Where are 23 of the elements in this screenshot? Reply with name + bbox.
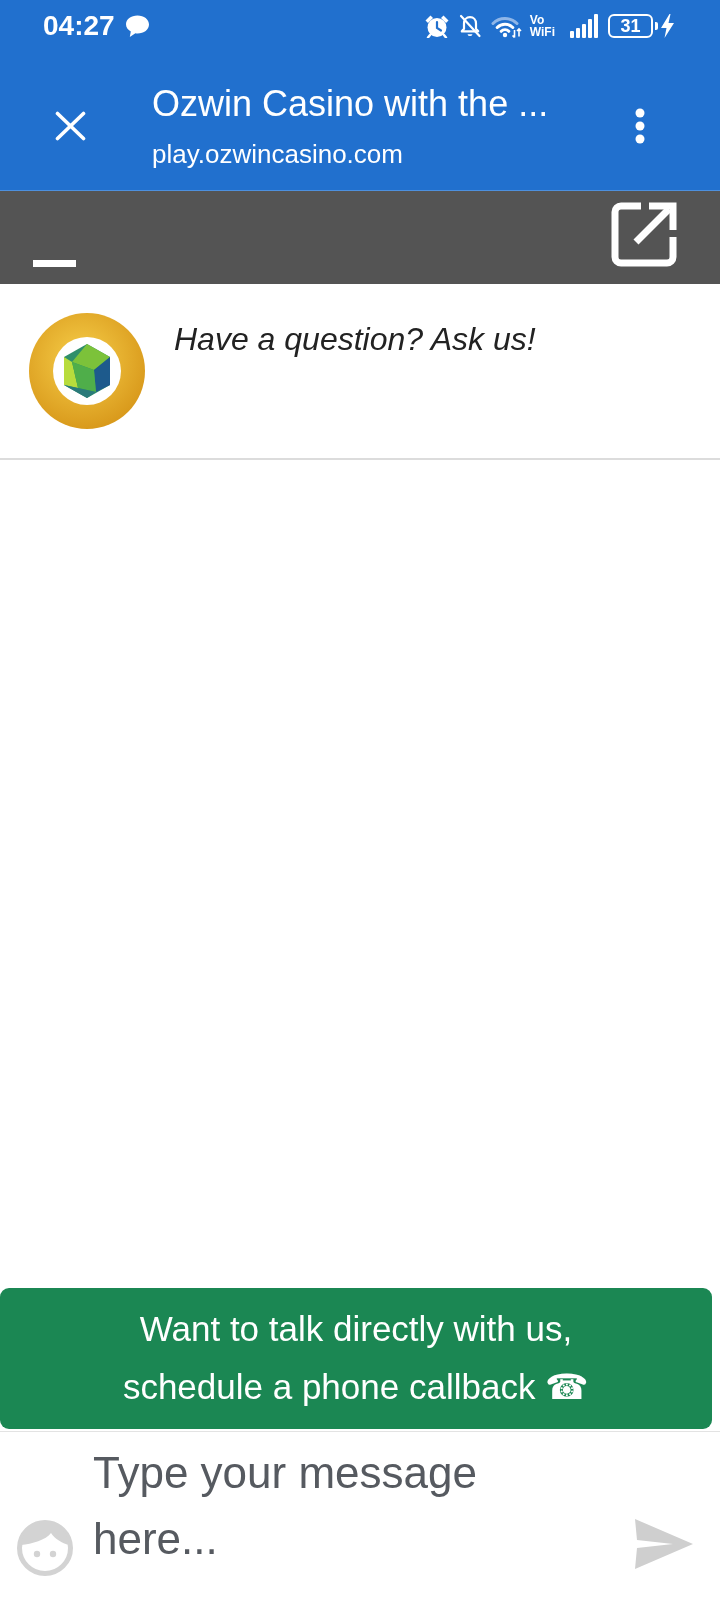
page-title: Ozwin Casino with the ... — [152, 83, 549, 125]
open-external-icon — [611, 202, 677, 267]
popout-button[interactable] — [611, 202, 677, 267]
send-icon — [635, 1519, 693, 1569]
greeting-text: Have a question? Ask us! — [174, 320, 536, 358]
status-time: 04:27 — [43, 11, 115, 41]
page-url: play.ozwincasino.com — [152, 139, 404, 169]
close-icon — [55, 111, 86, 141]
message-input[interactable]: Type your message here... — [93, 1440, 603, 1572]
wifi-calling-label: Vo WiFi — [529, 14, 555, 38]
chat-bubble-icon — [124, 14, 150, 38]
gem-logo-icon — [28, 310, 146, 432]
battery-indicator: 31 — [608, 14, 658, 38]
face-icon — [17, 1520, 73, 1576]
close-button[interactable] — [55, 111, 86, 141]
alarm-clock-icon — [423, 14, 450, 38]
bell-off-icon — [457, 14, 482, 38]
signal-icon — [570, 14, 598, 38]
wifi-icon — [490, 14, 522, 38]
lightning-bolt-icon — [661, 14, 674, 38]
menu-icon — [635, 108, 645, 144]
more-options-button[interactable] — [635, 108, 645, 144]
callback-button[interactable]: Want to talk directly with us, schedule a phone callback ☎ — [0, 1288, 712, 1429]
